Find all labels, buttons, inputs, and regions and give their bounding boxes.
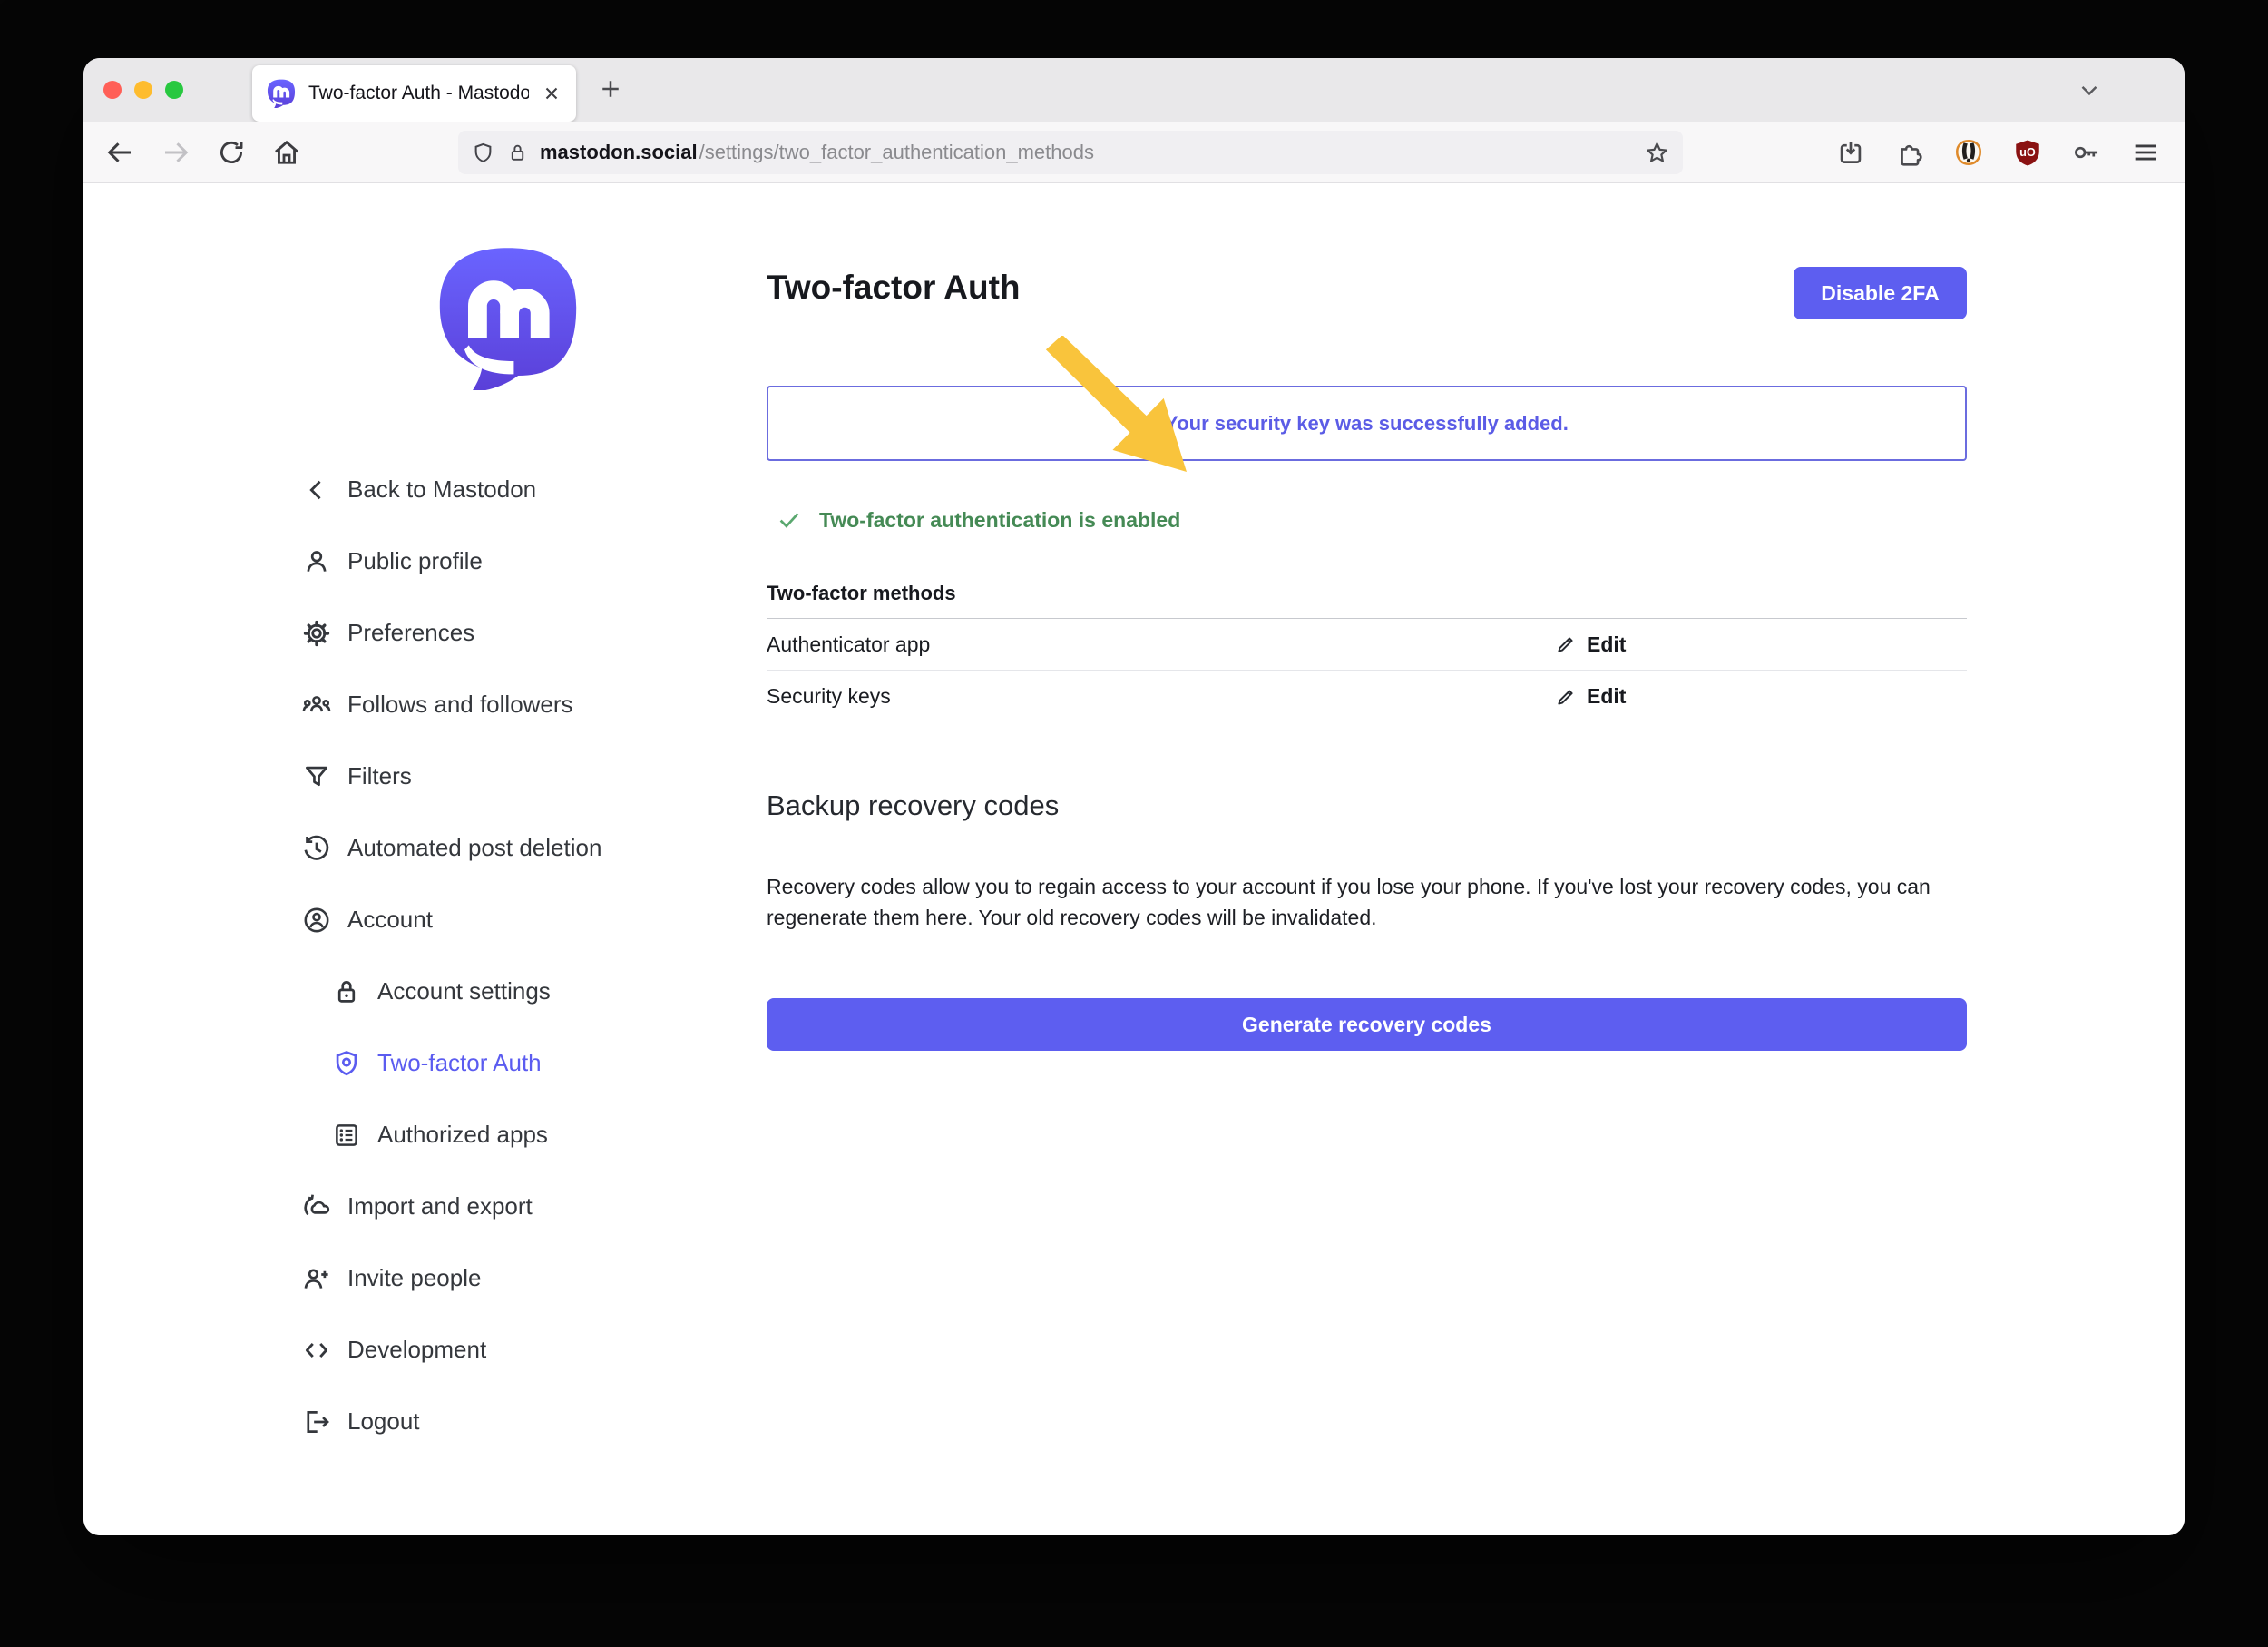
sidebar-item-label: Invite people <box>347 1264 481 1292</box>
people-group-icon <box>301 690 332 721</box>
key-icon[interactable] <box>2071 137 2102 168</box>
list-box-icon <box>331 1120 362 1151</box>
sidebar-item-preferences[interactable]: Preferences <box>301 597 737 669</box>
sidebar-item-two-factor-auth[interactable]: Two-factor Auth <box>301 1027 737 1099</box>
code-icon <box>301 1335 332 1366</box>
lock-icon <box>331 976 362 1007</box>
browser-toolbar: mastodon.social /settings/two_factor_aut… <box>83 122 2185 183</box>
person-circle-icon <box>301 905 332 936</box>
logout-icon <box>301 1407 332 1437</box>
table-row-authenticator-app: Authenticator app Edit <box>767 619 1967 671</box>
browser-window: Two-factor Auth - Mastodon <box>83 58 2185 1535</box>
table-header: Two-factor methods <box>767 568 1967 619</box>
page-title: Two-factor Auth <box>767 269 1021 307</box>
browser-tab[interactable]: Two-factor Auth - Mastodon <box>252 65 576 122</box>
refresh-icon[interactable] <box>216 137 247 168</box>
save-page-icon[interactable] <box>1835 137 1866 168</box>
edit-label: Edit <box>1587 632 1626 657</box>
check-icon <box>776 506 803 534</box>
home-icon[interactable] <box>270 136 303 169</box>
sidebar-item-filters[interactable]: Filters <box>301 740 737 812</box>
settings-sidebar: Back to Mastodon Public profile Preferen… <box>301 454 737 1457</box>
pencil-icon <box>1554 632 1578 656</box>
url-host: mastodon.social <box>540 141 698 164</box>
back-icon[interactable] <box>103 136 136 169</box>
sidebar-item-label: Import and export <box>347 1192 533 1221</box>
mastodon-logo <box>435 245 581 390</box>
edit-authenticator-link[interactable]: Edit <box>1554 632 1626 657</box>
tab-strip: Two-factor Auth - Mastodon <box>83 58 2185 122</box>
ublock-origin-icon[interactable]: uO <box>2012 137 2043 168</box>
sidebar-item-development[interactable]: Development <box>301 1314 737 1386</box>
url-bar[interactable]: mastodon.social /settings/two_factor_aut… <box>458 131 1683 174</box>
sidebar-item-automated-post-deletion[interactable]: Automated post deletion <box>301 812 737 884</box>
shield-check-icon <box>331 1048 362 1079</box>
tabs-chevron-down-icon[interactable] <box>2076 76 2103 103</box>
method-name: Security keys <box>767 684 891 709</box>
zoom-window-button[interactable] <box>165 81 183 99</box>
method-name: Authenticator app <box>767 632 930 657</box>
sidebar-item-label: Preferences <box>347 619 474 647</box>
sidebar-item-logout[interactable]: Logout <box>301 1386 737 1457</box>
sidebar-item-back-to-mastodon[interactable]: Back to Mastodon <box>301 454 737 525</box>
menu-hamburger-icon[interactable] <box>2130 137 2161 168</box>
sidebar-item-follows-and-followers[interactable]: Follows and followers <box>301 669 737 740</box>
funnel-icon <box>301 761 332 792</box>
edit-security-keys-link[interactable]: Edit <box>1554 684 1626 709</box>
mastodon-favicon <box>267 79 296 108</box>
sidebar-item-invite-people[interactable]: Invite people <box>301 1242 737 1314</box>
main-content: Two-factor Auth Disable 2FA Your securit… <box>767 183 1967 1535</box>
sidebar-item-account[interactable]: Account <box>301 884 737 956</box>
status-text: Two-factor authentication is enabled <box>819 508 1180 533</box>
close-window-button[interactable] <box>103 81 122 99</box>
sidebar-item-label: Logout <box>347 1407 420 1436</box>
svg-text:uO: uO <box>2019 145 2036 159</box>
history-clock-icon <box>301 833 332 864</box>
privacy-badger-icon[interactable] <box>1953 137 1984 168</box>
sidebar-item-label: Public profile <box>347 547 483 575</box>
close-tab-icon[interactable] <box>542 83 562 103</box>
sidebar-item-label: Account settings <box>377 977 551 1005</box>
table-row-security-keys: Security keys Edit <box>767 671 1967 722</box>
pencil-icon <box>1554 685 1578 709</box>
url-path: /settings/two_factor_authentication_meth… <box>699 141 1633 164</box>
backup-recovery-heading: Backup recovery codes <box>767 789 1059 822</box>
tab-title: Two-factor Auth - Mastodon <box>308 83 529 104</box>
lock-icon[interactable] <box>506 142 529 164</box>
sidebar-item-label: Back to Mastodon <box>347 475 536 504</box>
status-row: Two-factor authentication is enabled <box>776 506 1180 534</box>
sidebar-item-label: Authorized apps <box>377 1121 548 1149</box>
gear-icon <box>301 618 332 649</box>
screenshot-canvas: Two-factor Auth - Mastodon <box>0 0 2268 1647</box>
minimize-window-button[interactable] <box>134 81 152 99</box>
person-plus-icon <box>301 1263 332 1294</box>
person-icon <box>301 546 332 577</box>
sidebar-item-label: Development <box>347 1336 486 1364</box>
cloud-import-icon <box>301 1191 332 1222</box>
sidebar-item-label: Automated post deletion <box>347 834 601 862</box>
sidebar-item-label: Follows and followers <box>347 691 573 719</box>
bookmark-star-icon[interactable] <box>1644 140 1670 166</box>
settings-page: Back to Mastodon Public profile Preferen… <box>83 183 2185 1535</box>
sidebar-item-label: Two-factor Auth <box>377 1049 542 1077</box>
backup-recovery-description: Recovery codes allow you to regain acces… <box>767 871 1950 933</box>
edit-label: Edit <box>1587 684 1626 709</box>
new-tab-plus-icon[interactable] <box>597 75 624 103</box>
sidebar-item-authorized-apps[interactable]: Authorized apps <box>301 1099 737 1171</box>
extensions-puzzle-icon[interactable] <box>1894 137 1925 168</box>
sidebar-item-import-and-export[interactable]: Import and export <box>301 1171 737 1242</box>
chevron-left-icon <box>301 475 332 505</box>
forward-icon[interactable] <box>160 136 192 169</box>
generate-recovery-codes-button[interactable]: Generate recovery codes <box>767 998 1967 1051</box>
sidebar-item-public-profile[interactable]: Public profile <box>301 525 737 597</box>
sidebar-item-label: Filters <box>347 762 412 790</box>
disable-2fa-button[interactable]: Disable 2FA <box>1794 267 1967 319</box>
tracking-shield-icon[interactable] <box>471 141 495 165</box>
two-factor-methods-table: Two-factor methods Authenticator app Edi… <box>767 568 1967 722</box>
sidebar-item-label: Account <box>347 906 433 934</box>
sidebar-item-account-settings[interactable]: Account settings <box>301 956 737 1027</box>
success-notice: Your security key was successfully added… <box>767 386 1967 461</box>
